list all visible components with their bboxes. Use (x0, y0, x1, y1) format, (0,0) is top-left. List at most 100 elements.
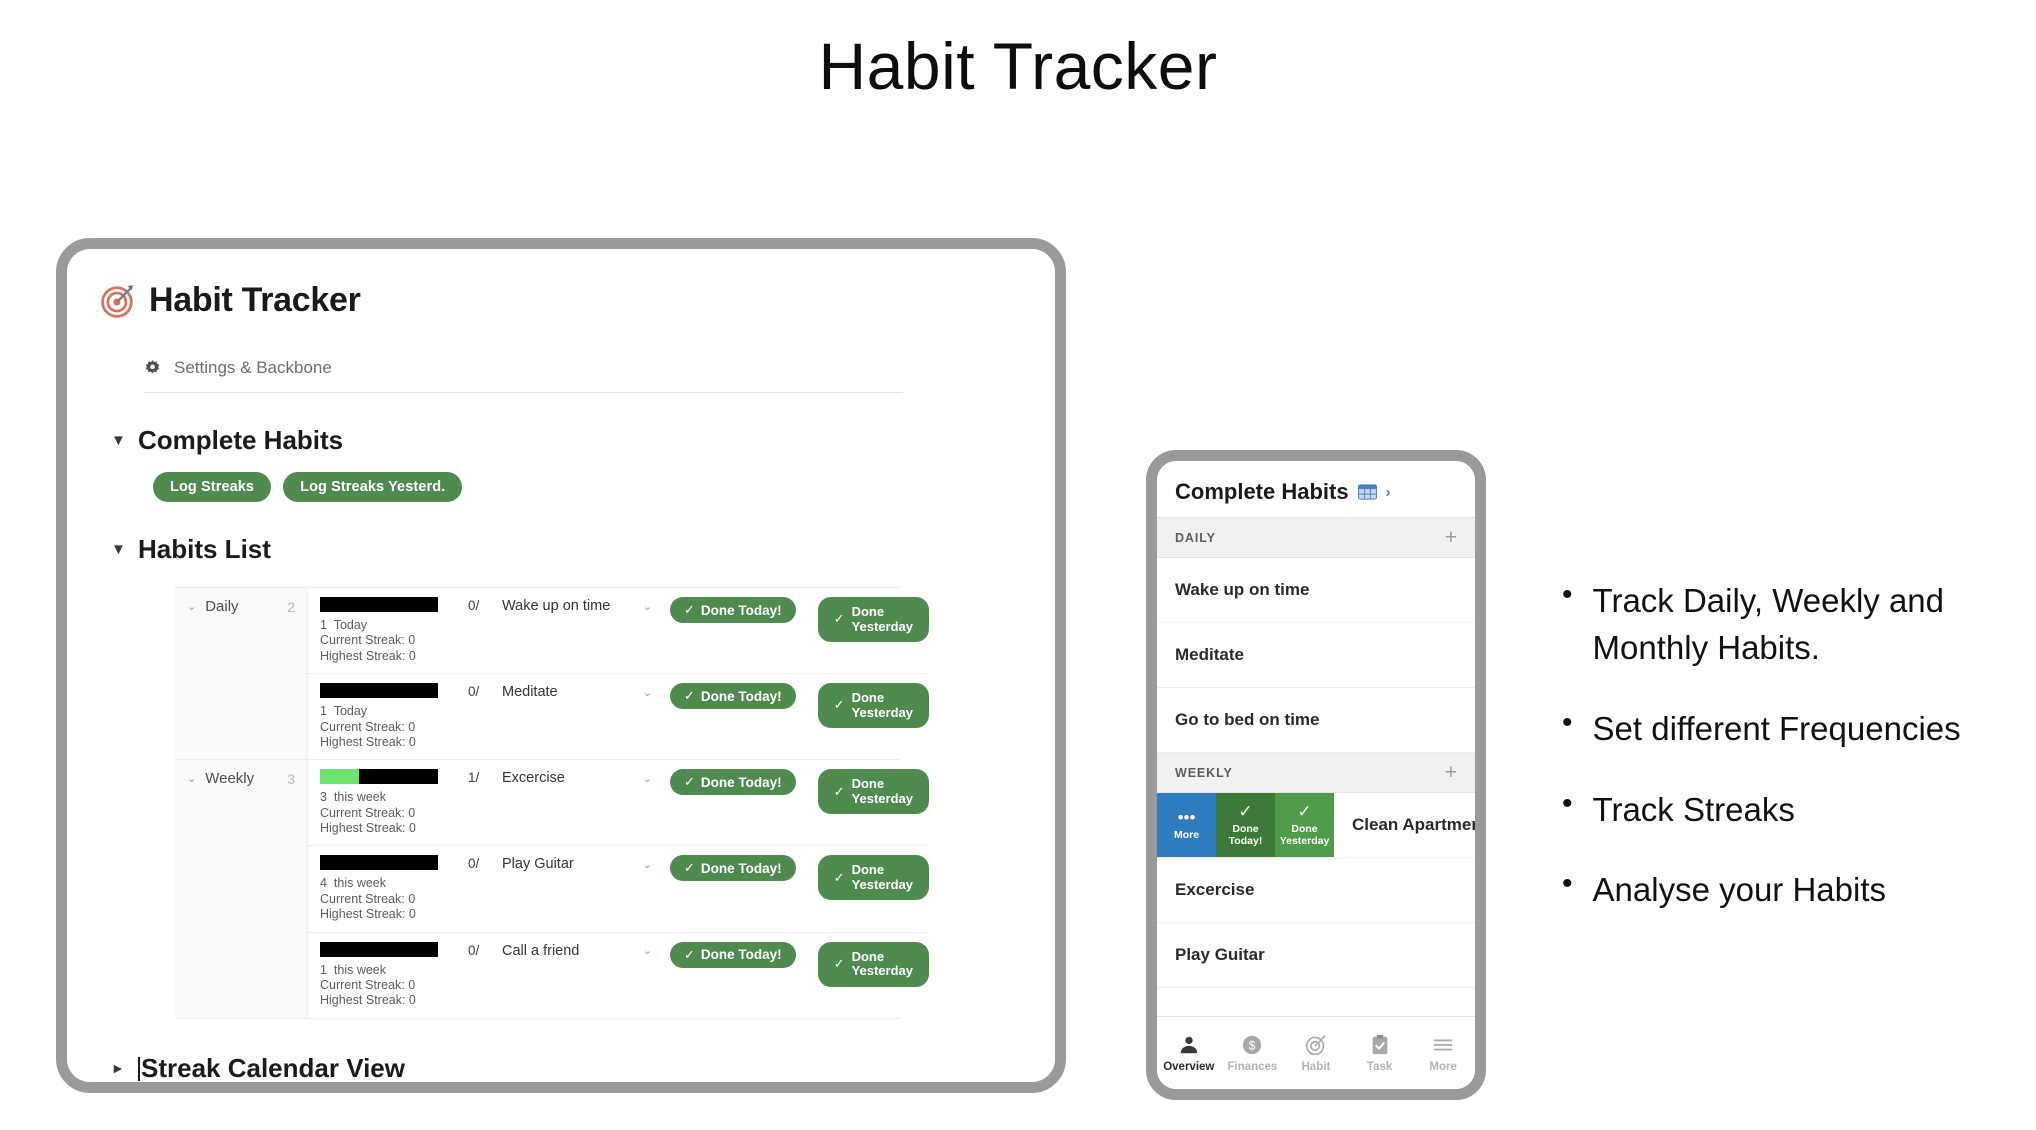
chevron-down-icon[interactable]: ▼ (111, 433, 126, 448)
list-item[interactable]: Excercise (1157, 858, 1475, 923)
check-icon: ✓ (833, 869, 845, 885)
tab-habit[interactable]: Habit (1284, 1034, 1348, 1073)
done-yesterday-button[interactable]: ✓ Done Yesterday (817, 597, 929, 643)
bullet-text: Analyse your Habits (1592, 871, 1886, 909)
done-today-button[interactable]: ✓ Done Today! (670, 855, 796, 882)
current-streak: Current Streak: 0 (320, 633, 416, 648)
tab-label: Habit (1301, 1060, 1331, 1073)
table-row[interactable]: 1 this week Current Streak: 0 Highest St… (308, 933, 929, 1018)
progress-target-period: 1 Today (320, 704, 368, 719)
progress-cell: 1 this week Current Streak: 0 Highest St… (308, 941, 468, 1009)
list-item[interactable]: Meditate (1157, 623, 1475, 688)
tab-task[interactable]: Task (1348, 1034, 1412, 1073)
habit-group-weekly: ⌄ Weekly 3 3 this week Current Streak: 0… (175, 760, 929, 1019)
bullet-icon: • (1562, 786, 1573, 820)
section-title-habits-list: Habits List (138, 534, 271, 564)
chevron-down-icon[interactable]: ⌄ (187, 772, 196, 785)
chevron-down-icon[interactable]: ⌄ (643, 944, 652, 957)
done-today-label: Done Today! (700, 688, 782, 704)
group-label-column[interactable]: ⌄ Daily 2 (175, 588, 308, 760)
chevron-down-icon[interactable]: ⌄ (643, 858, 652, 871)
done-yesterday-button[interactable]: ✓ Done Yesterday (817, 941, 929, 987)
done-yesterday-button[interactable]: ✓ Done Yesterday (817, 683, 929, 729)
page-title: Habit Tracker (818, 29, 1218, 103)
phone-tab-bar: Overview $ Finances Habit Task More (1157, 1016, 1475, 1089)
phone-section-daily-header: DAILY + (1157, 518, 1475, 558)
habit-name-select[interactable]: Excercise ⌄ (502, 769, 662, 786)
card-title: Habit Tracker (149, 281, 361, 319)
list-item[interactable]: Wake up on time (1157, 558, 1475, 623)
log-streaks-yesterday-button[interactable]: Log Streaks Yesterd. (283, 472, 463, 502)
done-today-label: Done Today! (700, 774, 782, 790)
done-today-button[interactable]: ✓ Done Today! (670, 597, 796, 623)
phone-mockup-frame: Complete Habits › DAILY + Wake up on tim… (1146, 450, 1486, 1100)
habit-name-select[interactable]: Wake up on time ⌄ (502, 597, 662, 614)
habit-name: Play Guitar (502, 856, 574, 873)
gear-icon (145, 359, 160, 373)
log-streaks-button[interactable]: Log Streaks (153, 472, 272, 502)
group-label-column[interactable]: ⌄ Weekly 3 (175, 760, 308, 1018)
plus-icon[interactable]: + (1445, 527, 1457, 548)
habit-name-select[interactable]: Call a friend ⌄ (502, 942, 662, 959)
progress-cell: 3 this week Current Streak: 0 Highest St… (308, 769, 468, 836)
table-row[interactable]: 1 Today Current Streak: 0 Highest Streak… (308, 674, 929, 759)
chevron-down-icon[interactable]: ▼ (111, 542, 126, 557)
check-icon: ✓ (833, 611, 845, 627)
swipe-action-more[interactable]: ••• More (1157, 793, 1216, 857)
tab-more[interactable]: More (1411, 1034, 1475, 1073)
done-today-label: Done Today! (700, 860, 782, 876)
phone-body: DAILY + Wake up on time Meditate Go to b… (1157, 517, 1475, 1016)
chevron-down-icon[interactable]: ⌄ (187, 600, 196, 613)
section-complete-habits[interactable]: ▼ Complete Habits (111, 425, 1021, 456)
chevron-down-icon[interactable]: ⌄ (643, 600, 652, 613)
done-today-button[interactable]: ✓ Done Today! (670, 683, 796, 710)
group-name: Weekly (205, 770, 255, 788)
table-row[interactable]: 4 this week Current Streak: 0 Highest St… (308, 846, 929, 933)
section-label: WEEKLY (1175, 765, 1233, 780)
swipe-action-done-today[interactable]: ✓ Done Today! (1216, 793, 1275, 857)
chevron-right-icon[interactable]: ► (111, 1061, 125, 1075)
plus-icon[interactable]: + (1445, 762, 1457, 783)
tab-finances[interactable]: $ Finances (1221, 1034, 1285, 1073)
chevron-right-icon[interactable]: › (1386, 484, 1391, 501)
done-yesterday-button[interactable]: ✓ Done Yesterday (817, 769, 929, 815)
highest-streak: Highest Streak: 0 (320, 907, 416, 922)
done-yesterday-label: Done Yesterday (851, 690, 913, 720)
current-streak: Current Streak: 0 (320, 891, 416, 906)
progress-bar (320, 941, 438, 957)
check-icon: ✓ (833, 783, 845, 799)
chevron-down-icon[interactable]: ⌄ (643, 772, 652, 785)
check-icon: ✓ (684, 602, 695, 617)
habit-name-select[interactable]: Play Guitar ⌄ (502, 855, 662, 872)
group-count: 3 (287, 770, 295, 787)
table-row[interactable]: 3 this week Current Streak: 0 Highest St… (308, 760, 929, 847)
done-today-button[interactable]: ✓ Done Today! (670, 941, 796, 968)
highest-streak: Highest Streak: 0 (320, 648, 416, 663)
chevron-down-icon[interactable]: ⌄ (643, 686, 652, 699)
swipe-action-done-yesterday[interactable]: ✓ Done Yesterday (1275, 793, 1334, 857)
desktop-mockup-frame: Habit Tracker Settings & Backbone ▼ Comp… (56, 238, 1066, 1093)
habit-name: Excercise (502, 770, 565, 787)
clipboard-check-icon (1372, 1034, 1387, 1054)
swipe-action-label: Done Yesterday (1279, 822, 1330, 847)
text-cursor (138, 1056, 140, 1081)
list-item[interactable]: Play Guitar (1157, 923, 1475, 988)
done-yesterday-button[interactable]: ✓ Done Yesterday (817, 855, 929, 901)
table-row[interactable]: 1 Today Current Streak: 0 Highest Streak… (308, 588, 929, 675)
grid-icon[interactable] (1357, 484, 1377, 500)
progress-bar (320, 769, 438, 785)
list-item-swiped[interactable]: ••• More ✓ Done Today! ✓ Done Yesterday … (1157, 793, 1475, 858)
list-item[interactable]: Go to bed on time (1157, 688, 1475, 753)
settings-backbone-link[interactable]: Settings & Backbone (143, 358, 1021, 378)
progress-fraction: 0/ (468, 598, 480, 613)
habit-name-select[interactable]: Meditate ⌄ (502, 683, 662, 700)
card-header: Habit Tracker (101, 281, 1021, 320)
tab-overview[interactable]: Overview (1157, 1034, 1221, 1073)
section-streak-calendar-view[interactable]: ► Streak Calendar View (111, 1053, 1021, 1082)
log-streak-buttons: Log Streaks Log Streaks Yesterd. (153, 472, 1021, 502)
done-yesterday-label: Done Yesterday (851, 776, 913, 806)
phone-section-weekly-header: WEEKLY + (1157, 753, 1475, 793)
done-today-button[interactable]: ✓ Done Today! (670, 769, 796, 796)
section-habits-list[interactable]: ▼ Habits List (111, 534, 1021, 565)
section-title-streak-calendar: Streak Calendar View (138, 1053, 405, 1082)
